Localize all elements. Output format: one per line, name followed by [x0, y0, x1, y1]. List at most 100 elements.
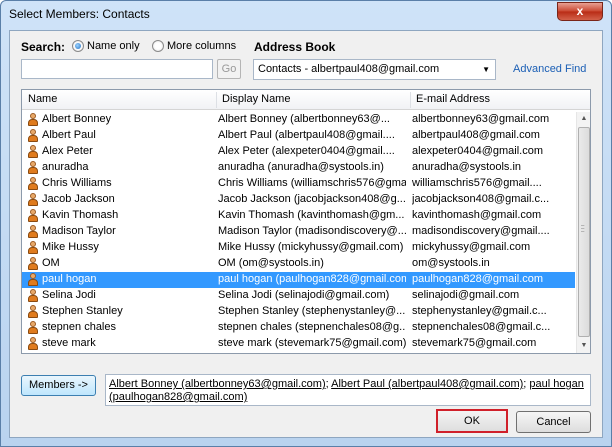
scroll-down-icon[interactable]: ▼: [577, 339, 590, 353]
contact-person-icon: [27, 177, 38, 191]
contact-person-icon: [27, 209, 38, 223]
display-name-cell: Jacob Jackson (jacobjackson408@g...: [218, 193, 406, 205]
cancel-button[interactable]: Cancel: [516, 411, 591, 433]
display-name-cell: Kavin Thomash (kavinthomash@gm...: [218, 209, 405, 221]
member-entry[interactable]: Albert Bonney (albertbonney63@gmail.com): [109, 378, 326, 390]
address-book-dropdown[interactable]: Contacts - albertpaul408@gmail.com ▼: [253, 59, 496, 80]
contact-person-icon: [27, 321, 38, 335]
contact-person-icon: [27, 145, 38, 159]
scroll-up-icon[interactable]: ▲: [577, 112, 590, 126]
table-row[interactable]: Albert Bonney Albert Bonney (albertbonney…: [22, 112, 575, 128]
contact-person-icon: [27, 193, 38, 207]
chevron-down-icon: ▼: [482, 65, 490, 74]
members-field[interactable]: Albert Bonney (albertbonney63@gmail.com)…: [105, 374, 591, 406]
dialog-body: Search: Name only More columns Address B…: [9, 30, 603, 438]
display-name-cell: Chris Williams (williamschris576@gmai...: [218, 177, 406, 189]
table-row[interactable]: steve mark steve mark (stevemark75@gmail.…: [22, 336, 575, 352]
display-name-cell: steve mark (stevemark75@gmail.com): [218, 337, 406, 349]
contact-name-cell: Jacob Jackson: [42, 193, 115, 205]
table-row[interactable]: anuradha anuradha (anuradha@systools.in) a…: [22, 160, 575, 176]
table-row[interactable]: Selina Jodi Selina Jodi (selinajodi@gmail…: [22, 288, 575, 304]
email-cell: stevemark75@gmail.com: [412, 337, 537, 349]
display-name-cell: Stephen Stanley (stephenystanley@...: [218, 305, 406, 317]
column-divider[interactable]: [410, 92, 411, 108]
close-icon: x: [576, 4, 584, 18]
window-title: Select Members: Contacts: [9, 7, 150, 21]
table-row[interactable]: Stephen Stanley Stephen Stanley (stepheny…: [22, 304, 575, 320]
contact-person-icon: [27, 113, 38, 127]
radio-name-only[interactable]: Name only: [72, 40, 140, 52]
table-row[interactable]: Mike Hussy Mike Hussy (mickyhussy@gmail.c…: [22, 240, 575, 256]
ok-button[interactable]: OK: [436, 409, 508, 433]
contact-name-cell: Chris Williams: [42, 177, 112, 189]
close-button[interactable]: x: [557, 2, 603, 21]
members-button[interactable]: Members ->: [21, 375, 96, 396]
search-input[interactable]: [21, 59, 213, 79]
contact-name-cell: Selina Jodi: [42, 289, 96, 301]
display-name-cell: paul hogan (paulhogan828@gmail.com): [218, 273, 406, 285]
table-row[interactable]: Madison Taylor Madison Taylor (madisondis…: [22, 224, 575, 240]
advanced-find-link[interactable]: Advanced Find: [513, 63, 586, 75]
search-label: Search:: [21, 40, 66, 54]
column-header-email[interactable]: E-mail Address: [416, 93, 490, 105]
contact-name-cell: Madison Taylor: [42, 225, 116, 237]
radio-more-columns-label: More columns: [167, 40, 237, 52]
column-header-name[interactable]: Name: [28, 93, 57, 105]
radio-more-columns[interactable]: More columns: [152, 40, 236, 52]
display-name-cell: Mike Hussy (mickyhussy@gmail.com): [218, 241, 404, 253]
contact-name-cell: stepnen chales: [42, 321, 116, 333]
table-row[interactable]: OM OM (om@systools.in) om@systools.in: [22, 256, 575, 272]
member-entry[interactable]: Albert Paul (albertpaul408@gmail.com): [331, 378, 523, 390]
contact-name-cell: steve mark: [42, 337, 96, 349]
table-row[interactable]: stepnen chales stepnen chales (stepnencha…: [22, 320, 575, 336]
radio-name-only-label: Name only: [87, 40, 140, 52]
display-name-cell: anuradha (anuradha@systools.in): [218, 161, 384, 173]
address-book-selected: Contacts - albertpaul408@gmail.com: [258, 63, 440, 75]
grip-icon: – – –: [581, 223, 585, 235]
contact-person-icon: [27, 337, 38, 351]
table-header: Name Display Name E-mail Address: [22, 90, 590, 110]
contact-person-icon: [27, 257, 38, 271]
table-row[interactable]: Kavin Thomash Kavin Thomash (kavinthomash…: [22, 208, 575, 224]
select-members-dialog: Select Members: Contacts x Search: Name …: [0, 0, 612, 447]
title-bar: Select Members: Contacts x: [1, 1, 611, 29]
table-row[interactable]: Chris Williams Chris Williams (williamsch…: [22, 176, 575, 192]
contact-name-cell: anuradha: [42, 161, 89, 173]
email-cell: stephenystanley@gmail.c...: [412, 305, 547, 317]
column-header-display-name[interactable]: Display Name: [222, 93, 290, 105]
email-cell: paulhogan828@gmail.com: [412, 273, 544, 285]
display-name-cell: Alex Peter (alexpeter0404@gmail....: [218, 145, 395, 157]
contact-name-cell: paul hogan: [42, 273, 97, 285]
email-cell: stepnenchales08@gmail.c...: [412, 321, 551, 333]
display-name-cell: OM (om@systools.in): [218, 257, 324, 269]
address-book-label: Address Book: [254, 40, 336, 54]
display-name-cell: Madison Taylor (madisondiscovery@...: [218, 225, 406, 237]
table-row[interactable]: Alex Peter Alex Peter (alexpeter0404@gmai…: [22, 144, 575, 160]
email-cell: anuradha@systools.in: [412, 161, 522, 173]
radio-selected-icon: [72, 40, 84, 52]
scroll-thumb[interactable]: – – –: [578, 127, 590, 337]
email-cell: alexpeter0404@gmail.com: [412, 145, 544, 157]
table-row[interactable]: Albert Paul Albert Paul (albertpaul408@gm…: [22, 128, 575, 144]
contact-person-icon: [27, 225, 38, 239]
email-cell: jacobjackson408@gmail.c...: [412, 193, 550, 205]
contact-name-cell: Stephen Stanley: [42, 305, 123, 317]
contact-person-icon: [27, 273, 38, 287]
contact-person-icon: [27, 305, 38, 319]
display-name-cell: stepnen chales (stepnenchales08@g...: [218, 321, 406, 333]
table-row[interactable]: paul hogan paul hogan (paulhogan828@gmail…: [22, 272, 575, 288]
member-separator: ;: [325, 378, 329, 390]
radio-unselected-icon: [152, 40, 164, 52]
column-divider[interactable]: [216, 92, 217, 108]
display-name-cell: Albert Bonney (albertbonney63@...: [218, 113, 390, 125]
contacts-table: Name Display Name E-mail Address Albert …: [21, 89, 591, 354]
email-cell: kavinthomash@gmail.com: [412, 209, 542, 221]
member-separator: ;: [523, 378, 527, 390]
contact-name-cell: Albert Paul: [42, 129, 96, 141]
go-button[interactable]: Go: [217, 59, 241, 79]
contact-person-icon: [27, 289, 38, 303]
email-cell: albertbonney63@gmail.com: [412, 113, 550, 125]
table-body: Albert Bonney Albert Bonney (albertbonney…: [22, 112, 575, 353]
table-row[interactable]: Jacob Jackson Jacob Jackson (jacobjackson…: [22, 192, 575, 208]
vertical-scrollbar[interactable]: ▲ – – – ▼: [576, 112, 590, 353]
